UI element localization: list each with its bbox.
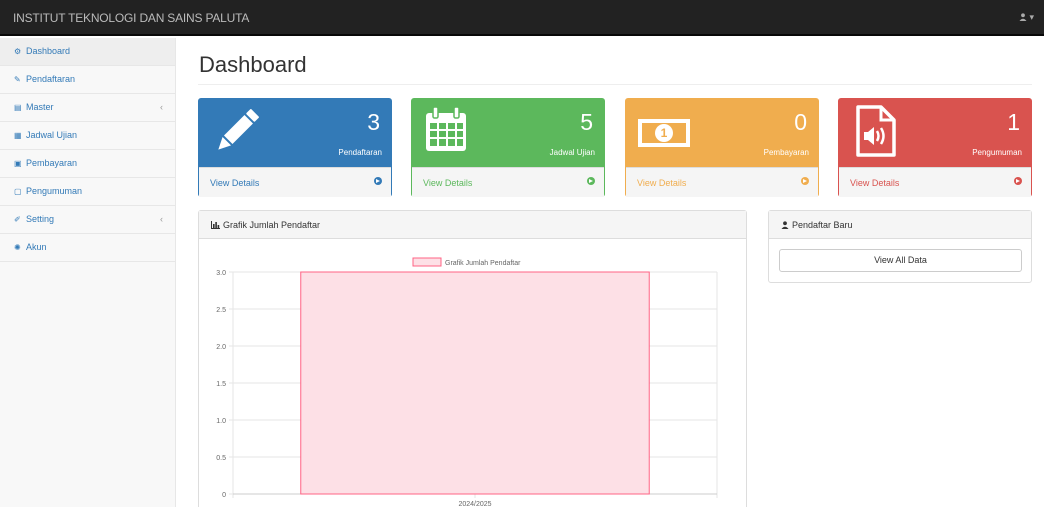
- sidebar-item-label: Jadwal Ujian: [26, 130, 78, 140]
- stat-card-header: 3 Pendaftaran: [199, 99, 391, 167]
- view-details-label: View Details: [850, 178, 900, 188]
- legend-label: Grafik Jumlah Pendaftar: [445, 260, 521, 267]
- y-tick-label: 2.0: [216, 344, 226, 351]
- sidebar-item-label: Master: [26, 102, 54, 112]
- money-icon: 1: [638, 119, 690, 147]
- sidebar-item-label: Setting: [26, 214, 55, 224]
- sidebar-item-setting[interactable]: ✐ Setting ‹: [0, 206, 175, 234]
- caret-down-icon: ▾: [1029, 12, 1034, 22]
- stat-card-header: 1 Pengumuman: [839, 99, 1031, 167]
- view-details-link[interactable]: View Details: [412, 167, 604, 197]
- chart-panel-title: Grafik Jumlah Pendaftar: [223, 220, 321, 230]
- y-tick-label: 0: [222, 492, 226, 499]
- chart-bar: [300, 271, 650, 495]
- arrow-circle-right-icon: [1014, 177, 1022, 185]
- sidebar-item-jadwal-ujian[interactable]: ▦ Jadwal Ujian: [0, 122, 175, 150]
- wrench-icon: ✐: [14, 215, 21, 224]
- y-tick-label: 0.5: [216, 455, 226, 462]
- stat-label: Pendaftaran: [338, 148, 382, 157]
- table-icon: ▤: [14, 103, 22, 112]
- sidebar-item-label: Akun: [26, 242, 47, 252]
- sidebar-item-label: Dashboard: [26, 46, 71, 56]
- y-tick-label: 1.5: [216, 381, 226, 388]
- arrow-circle-right-icon: [374, 177, 382, 185]
- stat-label: Jadwal Ujian: [549, 148, 595, 157]
- sidebar-item-master[interactable]: ▤ Master ‹: [0, 94, 175, 122]
- sidebar-item-label: Pembayaran: [26, 158, 78, 168]
- bar-chart-icon: [211, 221, 220, 229]
- legend-swatch: [412, 257, 442, 267]
- view-details-label: View Details: [423, 178, 473, 188]
- chart-panel: Grafik Jumlah Pendaftar 0 0.5 1.0 1.5 2.0 2.5…: [198, 210, 747, 507]
- stat-card-pendaftaran: 3 Pendaftaran View Details: [198, 98, 392, 197]
- stat-card-header: 1 0 Pembayaran: [626, 99, 818, 167]
- stat-card-jadwal-ujian: 5 Jadwal Ujian View Details: [411, 98, 605, 197]
- chart-panel-heading: Grafik Jumlah Pendaftar: [199, 211, 746, 239]
- sidebar-item-pengumuman[interactable]: ▢ Pengumuman: [0, 178, 175, 206]
- view-all-data-button[interactable]: View All Data: [779, 249, 1022, 272]
- svg-text:1: 1: [661, 126, 668, 140]
- stat-count: 1: [1007, 109, 1020, 135]
- top-navbar: INSTITUT TEKNOLOGI DAN SAINS PALUTA ▾: [0, 0, 1044, 36]
- x-tick-label: 2024/2025: [458, 501, 491, 507]
- stat-card-header: 5 Jadwal Ujian: [412, 99, 604, 167]
- y-tick-label: 2.5: [216, 307, 226, 314]
- pencil-icon: ✎: [14, 75, 21, 84]
- sidebar: ⚙ Dashboard ✎ Pendaftaran ▤ Master ‹ ▦ Jadwa…: [0, 38, 176, 507]
- y-tick-label: 1.0: [216, 418, 226, 425]
- sidebar-item-label: Pendaftaran: [26, 74, 76, 84]
- user-icon: [781, 221, 789, 229]
- stat-label: Pengumuman: [972, 148, 1022, 157]
- stat-card-pengumuman: 1 Pengumuman View Details: [838, 98, 1032, 197]
- view-details-link[interactable]: View Details: [839, 167, 1031, 197]
- stat-count: 3: [367, 109, 380, 135]
- view-details-link[interactable]: View Details: [199, 167, 391, 197]
- user-icon: [1019, 13, 1027, 21]
- chevron-left-icon[interactable]: ‹: [160, 94, 163, 121]
- brand-title[interactable]: INSTITUT TEKNOLOGI DAN SAINS PALUTA: [13, 11, 249, 25]
- chevron-left-icon[interactable]: ‹: [160, 206, 163, 233]
- title-divider: [198, 84, 1032, 85]
- calendar-icon: [426, 106, 466, 151]
- file-audio-icon: ▢: [14, 187, 22, 196]
- sidebar-item-label: Pengumuman: [26, 186, 83, 196]
- stat-count: 5: [580, 109, 593, 135]
- view-details-label: View Details: [637, 178, 687, 188]
- arrow-circle-right-icon: [587, 177, 595, 185]
- sidebar-item-dashboard[interactable]: ⚙ Dashboard: [0, 38, 175, 66]
- new-registrants-panel: Pendaftar Baru View All Data: [768, 210, 1032, 283]
- view-details-label: View Details: [210, 178, 260, 188]
- sidebar-item-pembayaran[interactable]: ▣ Pembayaran: [0, 150, 175, 178]
- new-registrants-heading: Pendaftar Baru: [769, 211, 1031, 239]
- arrow-circle-right-icon: [801, 177, 809, 185]
- money-icon: ▣: [14, 159, 22, 168]
- stat-card-pembayaran: 1 0 Pembayaran View Details: [625, 98, 819, 197]
- y-tick-label: 3.0: [216, 270, 226, 277]
- user-menu-toggle[interactable]: ▾: [1019, 12, 1034, 23]
- gear-icon: ✺: [14, 243, 21, 252]
- stat-label: Pembayaran: [763, 148, 809, 157]
- pencil-icon: [218, 109, 259, 150]
- page-title: Dashboard: [199, 52, 307, 77]
- new-registrants-title: Pendaftar Baru: [792, 220, 853, 230]
- calendar-icon: ▦: [14, 131, 22, 140]
- view-details-link[interactable]: View Details: [626, 167, 818, 197]
- sidebar-item-akun[interactable]: ✺ Akun: [0, 234, 175, 262]
- stat-count: 0: [794, 109, 807, 135]
- file-audio-icon: [856, 105, 896, 157]
- dashboard-icon: ⚙: [14, 47, 22, 56]
- sidebar-item-pendaftaran[interactable]: ✎ Pendaftaran: [0, 66, 175, 94]
- bar-chart: 0 0.5 1.0 1.5 2.0 2.5 3.0 2024/2025 Grafik Jumla…: [216, 257, 718, 507]
